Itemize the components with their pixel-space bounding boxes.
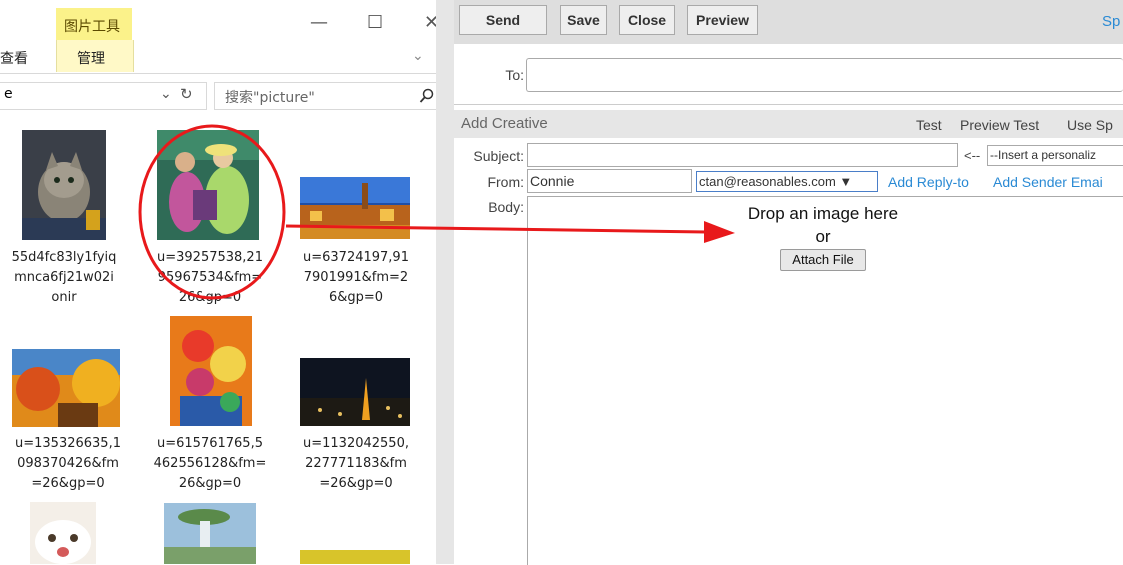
personalize-select[interactable]: --Insert a personaliz <box>987 145 1123 166</box>
annotation-circle <box>138 124 286 300</box>
attach-file-button[interactable]: Attach File <box>780 249 866 271</box>
divider <box>454 104 1123 105</box>
body-label: Body: <box>488 199 524 215</box>
drop-image-text: Drop an image here <box>747 204 899 223</box>
subject-input[interactable] <box>527 143 958 167</box>
file-explorer-window: 查看 图片工具 管理 — ☐ ✕ ⌄ e ⌄ ↻ 搜索"picture" 55d… <box>0 0 440 564</box>
use-spell-link[interactable]: Use Sp <box>1067 117 1113 133</box>
to-input[interactable] <box>526 58 1123 92</box>
to-label: To: <box>505 67 524 83</box>
or-text: or <box>815 227 831 246</box>
close-button[interactable]: Close <box>619 5 675 35</box>
spell-check-link[interactable]: Sp <box>1102 13 1120 30</box>
save-button[interactable]: Save <box>560 5 607 35</box>
add-reply-to-link[interactable]: Add Reply-to <box>888 174 969 190</box>
from-email-select[interactable]: ctan@reasonables.com ▼ <box>696 171 878 192</box>
email-toolbar <box>454 0 1123 44</box>
preview-button[interactable]: Preview <box>687 5 758 35</box>
send-button[interactable]: Send <box>459 5 547 35</box>
subject-label: Subject: <box>473 148 524 164</box>
from-label: From: <box>487 174 524 190</box>
section-title: Add Creative <box>461 115 548 132</box>
window-divider <box>436 0 454 564</box>
preview-test-link[interactable]: Preview Test <box>960 117 1039 133</box>
from-name-input[interactable]: Connie <box>527 169 692 193</box>
test-link[interactable]: Test <box>916 117 942 133</box>
add-sender-email-link[interactable]: Add Sender Emai <box>993 174 1103 190</box>
personalize-arrow: <-- <box>964 148 981 163</box>
